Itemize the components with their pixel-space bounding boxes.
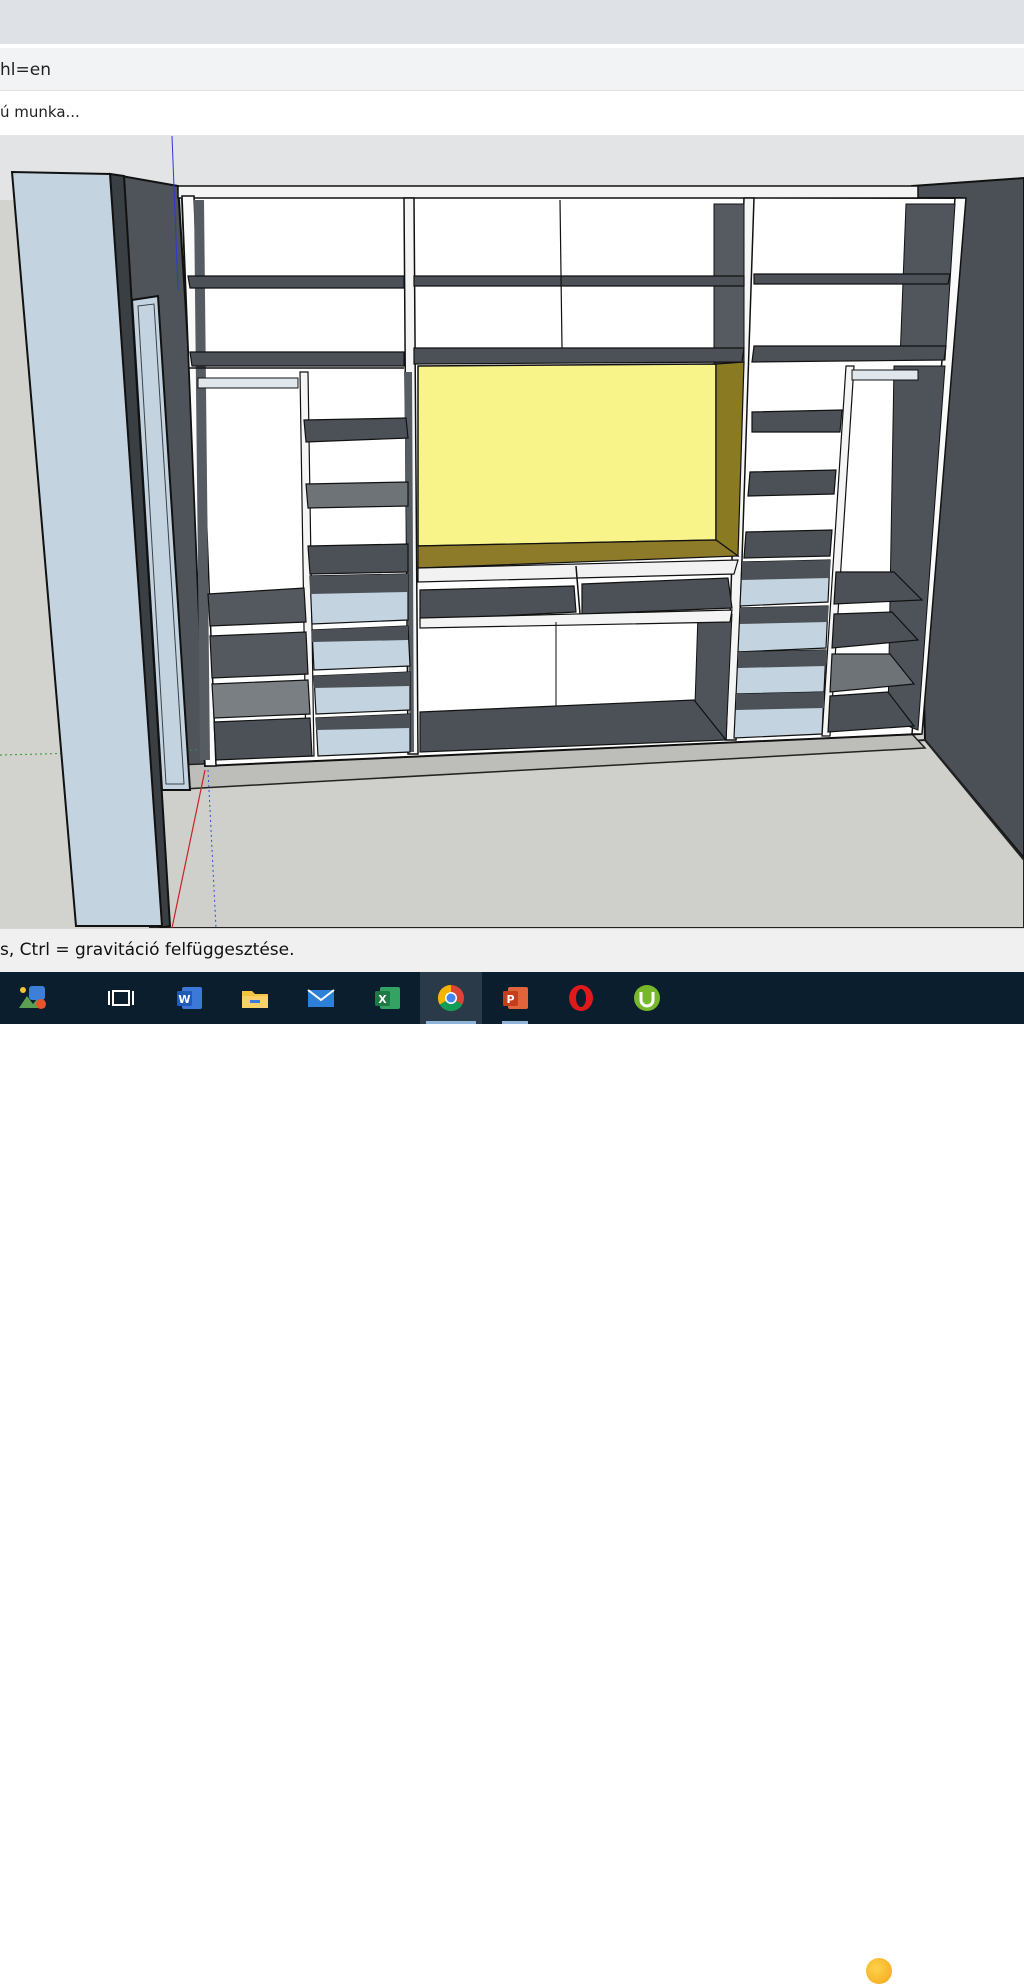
weather-condition: Napos bbox=[958, 1961, 1012, 1981]
rm-shelf-3 bbox=[743, 529, 833, 559]
address-text[interactable]: hl=en bbox=[0, 60, 51, 80]
bookmarks-bar: ú munka... bbox=[0, 91, 1024, 136]
weather-widget[interactable]: 13°C Napos bbox=[866, 1956, 1024, 1986]
browser-tab-strip bbox=[0, 0, 1024, 44]
rm-drawer-top-1 bbox=[742, 560, 830, 580]
svg-text:W: W bbox=[178, 993, 190, 1006]
weather-temperature: 13°C bbox=[906, 1961, 949, 1981]
powerpoint-button[interactable]: P bbox=[484, 972, 546, 1024]
svg-text:P: P bbox=[506, 993, 514, 1006]
file-explorer-button[interactable] bbox=[224, 972, 286, 1024]
sun-icon bbox=[866, 1958, 892, 1984]
shelf-top-left-2 bbox=[189, 351, 405, 367]
rm-drawer-top-4 bbox=[736, 692, 824, 710]
chrome-button[interactable] bbox=[420, 972, 482, 1024]
powerpoint-icon: P bbox=[503, 987, 528, 1009]
shelf-top-right-1 bbox=[753, 273, 951, 285]
shelf-top-left-1 bbox=[187, 275, 405, 289]
rm-drawer-top-3 bbox=[738, 650, 826, 668]
word-button[interactable]: W bbox=[158, 972, 220, 1024]
widgets-icon bbox=[19, 986, 46, 1009]
model-viewport[interactable] bbox=[0, 135, 1024, 930]
lm-shelf-3 bbox=[307, 543, 409, 575]
left-shelf-2 bbox=[209, 631, 309, 679]
top-trim bbox=[177, 185, 919, 199]
mail-icon bbox=[307, 989, 335, 1007]
file-explorer-icon bbox=[242, 991, 268, 1008]
task-view-button[interactable] bbox=[90, 972, 152, 1024]
svg-text:X: X bbox=[378, 993, 387, 1006]
utorrent-icon bbox=[634, 985, 660, 1011]
opera-button[interactable] bbox=[550, 972, 612, 1024]
rm-shelf-2 bbox=[747, 469, 837, 497]
excel-icon: X bbox=[375, 987, 400, 1009]
opera-icon bbox=[569, 985, 593, 1011]
word-icon: W bbox=[177, 987, 202, 1009]
task-view-icon bbox=[108, 990, 134, 1006]
left-shelf-1 bbox=[207, 587, 307, 627]
status-hint-text: s, Ctrl = gravitáció felfüggesztése. bbox=[0, 940, 295, 960]
address-bar[interactable]: hl=en bbox=[0, 48, 1024, 91]
hanging-rail-left bbox=[197, 377, 299, 389]
windows-taskbar: W X P 13°C Napos bbox=[0, 972, 1024, 1984]
hanging-rail-right bbox=[851, 369, 919, 381]
utorrent-button[interactable] bbox=[616, 972, 678, 1024]
left-shelf-3 bbox=[211, 679, 311, 719]
shelf-top-mid-1 bbox=[413, 275, 745, 287]
lm-shelf-2 bbox=[305, 481, 409, 509]
mid-shelf-c bbox=[581, 577, 733, 615]
shelf-top-mid-2 bbox=[413, 347, 745, 365]
left-shelf-4 bbox=[213, 717, 313, 761]
lm-drawer-top-1 bbox=[310, 574, 408, 594]
mail-button[interactable] bbox=[290, 972, 352, 1024]
shelf-top-right-2 bbox=[751, 345, 947, 363]
widgets-button[interactable] bbox=[0, 972, 62, 1024]
chrome-icon bbox=[437, 984, 464, 1012]
lm-shelf-1 bbox=[303, 417, 409, 443]
rm-shelf-1 bbox=[751, 409, 843, 433]
tv-niche-back bbox=[417, 363, 717, 547]
status-bar: s, Ctrl = gravitáció felfüggesztése. bbox=[0, 928, 1024, 973]
excel-button[interactable]: X bbox=[356, 972, 418, 1024]
rm-drawer-top-2 bbox=[740, 606, 828, 624]
bookmark-item[interactable]: ú munka... bbox=[0, 103, 80, 121]
